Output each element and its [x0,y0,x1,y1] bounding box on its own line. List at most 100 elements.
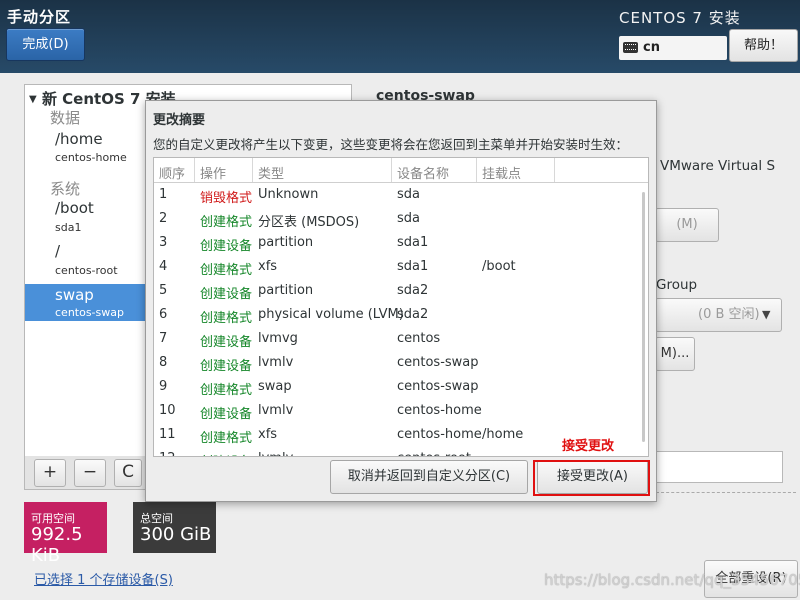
column-header-order[interactable]: 顺序 [159,163,185,182]
cell-type: Unknown [258,187,319,202]
cell-device: sda2 [397,283,429,298]
volume-group-label: Group [656,277,698,293]
table-row[interactable]: 9 创建格式 swap centos-swap [154,375,648,399]
cell-action: 创建格式 [200,215,253,230]
label-input[interactable] [655,451,783,483]
volume-group-value: (0 B 空闲) [698,307,760,322]
cell-order: 11 [159,427,176,442]
cell-device: centos-swap [397,379,479,394]
table-row[interactable]: 6 创建格式 physical volume (LVM) sda2 [154,303,648,327]
cell-order: 4 [159,259,168,274]
refresh-button[interactable]: C [114,459,142,487]
table-row[interactable]: 5 创建设备 partition sda2 [154,279,648,303]
cell-order: 7 [159,331,168,346]
cell-type: 分区表 (MSDOS) [258,215,360,230]
table-row[interactable]: 3 创建设备 partition sda1 [154,231,648,255]
cell-device: sda [397,187,420,202]
table-scrollbar[interactable] [642,192,645,442]
device-label: centos-swap [55,306,124,319]
mount-item-swap[interactable]: swap centos-swap [25,284,145,321]
table-row[interactable]: 10 创建设备 lvmlv centos-home [154,399,648,423]
table-row[interactable]: 7 创建设备 lvmvg centos [154,327,648,351]
device-label: centos-root [55,264,118,277]
cell-type: xfs [258,259,278,274]
group-header-data: 数据 [50,109,81,127]
cell-type: partition [258,235,314,250]
cancel-return-button[interactable]: 取消并返回到自定义分区(C) [330,460,528,494]
cell-action: 创建格式 [200,431,253,446]
selected-storage-link[interactable]: 已选择 1 个存储设备(S) [34,569,173,588]
table-row[interactable]: 1 销毁格式 Unknown sda [154,183,648,207]
device-label: sda1 [55,221,82,234]
cell-order: 9 [159,379,168,394]
table-row[interactable]: 2 创建格式 分区表 (MSDOS) sda [154,207,648,231]
changes-table[interactable]: 顺序 操作 类型 设备名称 挂载点 1 销毁格式 Unknown sda 2 创建格式 分区… [153,157,649,457]
cell-action: 创建设备 [200,359,253,374]
cell-type: lvmlv [258,355,294,370]
cell-order: 3 [159,235,168,250]
keyboard-icon [623,42,638,53]
cell-device: sda1 [397,259,429,274]
add-partition-button[interactable]: + [34,459,66,487]
summary-of-changes-dialog: 更改摘要 您的自定义更改将产生以下变更，这些变更将会在您返回到主菜单并开始安装时… [145,100,657,502]
cell-order: 8 [159,355,168,370]
cell-type: lvmlv [258,451,293,456]
keyboard-layout-indicator[interactable]: cn [619,36,727,60]
available-space-value: 992.5 KiB [31,524,83,566]
cell-device: sda [397,211,420,226]
cell-action: 创建格式 [200,311,253,326]
column-header-device[interactable]: 设备名称 [397,163,449,182]
table-row[interactable]: 8 创建设备 lvmlv centos-swap [154,351,648,375]
column-header-type[interactable]: 类型 [258,163,284,182]
table-header: 顺序 操作 类型 设备名称 挂载点 [154,158,648,183]
mount-point-label: / [55,242,61,260]
column-header-action[interactable]: 操作 [200,163,226,182]
device-label: centos-home [55,151,127,164]
column-header-mount[interactable]: 挂载点 [482,163,521,182]
total-space-value: 300 GiB [140,524,212,545]
partition-toolbar: + − C [24,456,146,490]
cell-order: 2 [159,211,168,226]
table-row[interactable]: 4 创建格式 xfs sda1/boot [154,255,648,279]
modify-device-button[interactable]: (M) [655,208,719,242]
cell-type: lvmlv [258,403,294,418]
cell-device: centos-home [397,403,482,418]
dialog-description: 您的自定义更改将产生以下变更，这些变更将会在您返回到主菜单并开始安装时生效： [153,137,629,152]
top-header: 手动分区 完成(D) CENTOS 7 安装 cn 帮助！ [0,0,800,73]
cell-device: sda2 [397,307,429,322]
mount-point-label: /boot [55,199,94,217]
cell-order: 5 [159,283,168,298]
cell-mount: /home [482,427,524,442]
cell-action: 创建设备 [200,407,253,422]
done-button[interactable]: 完成(D) [6,28,85,61]
page-title: 手动分区 [7,8,72,26]
cell-order: 6 [159,307,168,322]
dropdown-arrow-icon: ▼ [762,308,771,321]
cell-action: 创建设备 [200,335,253,350]
collapse-arrow-icon[interactable]: ▼ [29,94,37,105]
mount-point-label: /home [55,130,103,148]
annotation-label: 接受更改 [562,439,615,454]
cell-device: centos-swap [397,355,479,370]
cell-type: swap [258,379,292,394]
group-header-system: 系统 [50,180,81,198]
cell-action: 销毁格式 [200,191,253,206]
cell-order: 12 [159,451,176,456]
device-name-fragment: VMware Virtual S [660,158,776,174]
available-space-box: 可用空间 992.5 KiB [24,502,107,566]
cell-action: 创建设备 [200,451,252,456]
cell-type: xfs [258,427,278,442]
cell-device: centos-home [397,427,482,442]
volume-group-select[interactable]: (0 B 空闲) ▼ [655,298,782,332]
help-button[interactable]: 帮助！ [729,29,798,62]
annotation-highlight-box [533,460,650,496]
modify-group-button[interactable]: M)... [655,337,695,371]
cell-type: partition [258,283,314,298]
cell-type: physical volume (LVM) [258,307,404,322]
dashed-divider [656,492,796,493]
cell-device: centos [397,331,441,346]
cell-mount: /boot [482,259,516,274]
cell-action: 创建设备 [200,239,253,254]
watermark-text: https://blog.csdn.net/qq_35456705 [544,571,800,589]
remove-partition-button[interactable]: − [74,459,106,487]
